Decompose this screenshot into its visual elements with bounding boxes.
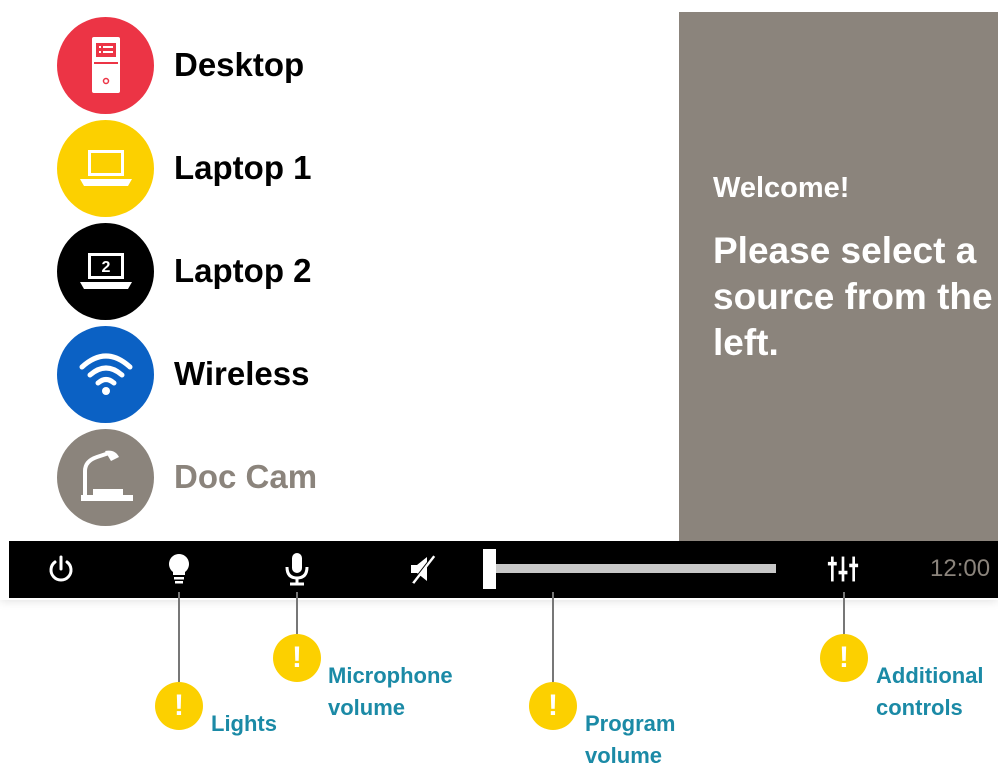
program-volume-thumb[interactable]	[483, 549, 496, 589]
source-doc-cam[interactable]: Doc Cam	[57, 428, 507, 526]
additional-controls-callout-badge: !	[820, 634, 868, 682]
additional-controls-callout-line	[843, 592, 845, 634]
mixer-icon[interactable]	[827, 553, 859, 585]
source-label: Wireless	[174, 355, 310, 392]
microphone-callout-badge: !	[273, 634, 321, 682]
power-icon[interactable]	[45, 553, 77, 585]
laptop-icon	[57, 119, 154, 217]
welcome-message: Please select a source from the left.	[713, 230, 993, 363]
source-label: Desktop	[174, 46, 305, 83]
program-volume-callout-badge: !	[529, 682, 577, 730]
wifi-icon	[57, 325, 154, 423]
source-laptop-2[interactable]: 2 Laptop 2	[57, 222, 507, 320]
program-volume-note: Program volume	[585, 711, 676, 768]
source-wireless[interactable]: Wireless	[57, 325, 507, 423]
program-volume-callout-line	[552, 592, 554, 682]
source-laptop-1[interactable]: Laptop 1	[57, 119, 507, 217]
desktop-tower-icon	[57, 16, 154, 114]
control-bar: 12:00	[9, 541, 998, 598]
document-camera-icon	[57, 428, 154, 526]
additional-controls-note: Additional controls	[876, 663, 984, 720]
source-label: Laptop 2	[174, 252, 312, 289]
clock: 12:00	[930, 555, 991, 582]
exclamation-icon: !	[548, 689, 558, 722]
source-list: Desktop Laptop 1 2 Laptop 2 Wireless Doc…	[9, 12, 679, 541]
mute-icon[interactable]	[407, 553, 439, 585]
microphone-callout-line	[296, 592, 298, 634]
laptop-2-icon: 2	[57, 222, 154, 320]
lights-callout-line	[178, 592, 180, 682]
welcome-panel: Welcome! Please select a source from the…	[679, 12, 998, 541]
exclamation-icon: !	[839, 641, 849, 674]
welcome-title: Welcome!	[713, 172, 850, 204]
microphone-volume-note: Microphone volume	[328, 663, 453, 720]
lightbulb-icon[interactable]	[163, 553, 195, 585]
exclamation-icon: !	[292, 641, 302, 674]
lights-note: Lights	[211, 711, 277, 736]
source-desktop[interactable]: Desktop	[57, 16, 507, 114]
source-label: Doc Cam	[174, 458, 318, 495]
lights-callout-badge: !	[155, 682, 203, 730]
exclamation-icon: !	[174, 689, 184, 722]
source-label: Laptop 1	[174, 149, 312, 186]
program-volume-track[interactable]	[489, 564, 776, 573]
laptop-2-number: 2	[101, 259, 110, 276]
microphone-icon[interactable]	[281, 553, 313, 586]
